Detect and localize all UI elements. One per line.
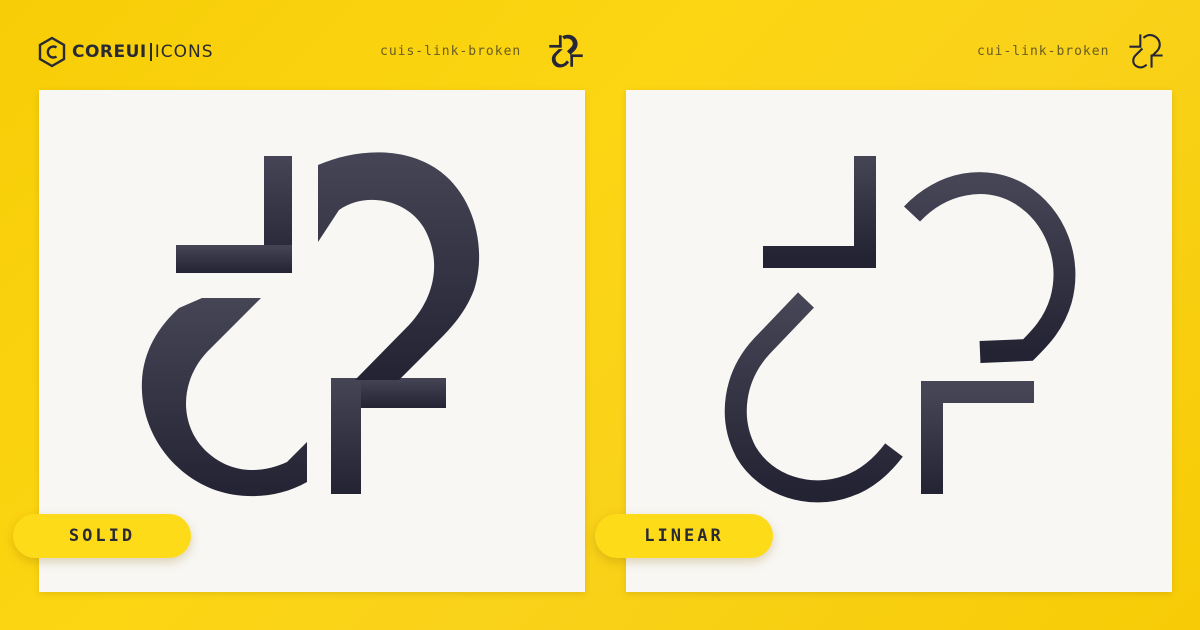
link-broken-linear-small-icon — [1129, 33, 1163, 69]
solid-variant-badge: SOLID — [13, 514, 191, 558]
coreui-icons-logo: COREUI ICONS — [38, 36, 214, 68]
logo-icons-text: ICONS — [154, 42, 214, 62]
logo-core-text: COREUI — [72, 42, 147, 62]
logo-separator — [149, 43, 152, 61]
coreui-hexagon-logo-icon — [38, 36, 66, 68]
logo-wordmark: COREUI ICONS — [72, 42, 214, 62]
linear-variant-badge: LINEAR — [595, 514, 773, 558]
solid-icon-name: cuis-link-broken — [380, 44, 522, 59]
linear-icon-name: cui-link-broken — [977, 44, 1110, 59]
link-broken-solid-small-icon — [549, 34, 583, 68]
